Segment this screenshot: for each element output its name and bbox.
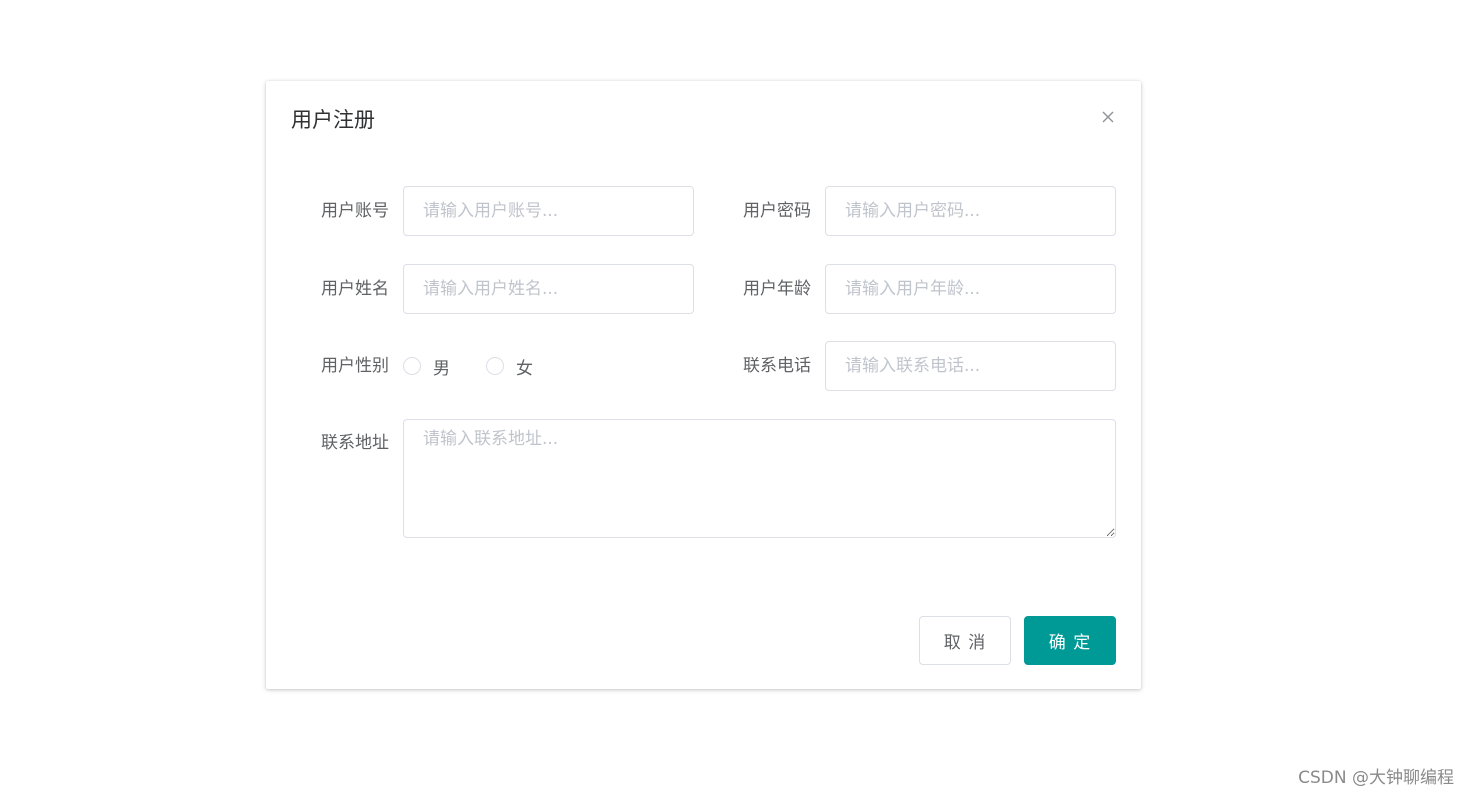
password-label: 用户密码	[743, 201, 811, 221]
account-label: 用户账号	[321, 201, 389, 221]
gender-radio-group: 男 女	[403, 341, 569, 391]
confirm-button[interactable]: 确 定	[1024, 616, 1116, 665]
account-input[interactable]	[403, 186, 694, 236]
name-label: 用户姓名	[321, 279, 389, 299]
radio-label-male: 男	[433, 358, 450, 379]
address-textarea[interactable]	[403, 419, 1116, 538]
age-input[interactable]	[825, 264, 1116, 314]
radio-label-female: 女	[516, 358, 533, 379]
radio-circle-female[interactable]	[486, 357, 504, 375]
gender-radio-male[interactable]: 男	[403, 354, 450, 379]
dialog-title: 用户注册	[291, 108, 375, 132]
watermark: CSDN @大钟聊编程	[1298, 768, 1454, 788]
cancel-button[interactable]: 取 消	[919, 616, 1011, 665]
phone-input[interactable]	[825, 341, 1116, 391]
gender-radio-female[interactable]: 女	[486, 354, 533, 379]
close-icon	[1102, 111, 1114, 123]
phone-label: 联系电话	[743, 356, 811, 376]
gender-label: 用户性别	[321, 356, 389, 376]
password-input[interactable]	[825, 186, 1116, 236]
age-label: 用户年龄	[743, 279, 811, 299]
register-dialog: 用户注册 用户账号 用户密码 用户姓名 用户年龄 用户性别 男 女 联系电话 联…	[266, 81, 1141, 689]
radio-circle-male[interactable]	[403, 357, 421, 375]
close-button[interactable]	[1099, 108, 1117, 126]
address-label: 联系地址	[321, 433, 389, 453]
name-input[interactable]	[403, 264, 694, 314]
